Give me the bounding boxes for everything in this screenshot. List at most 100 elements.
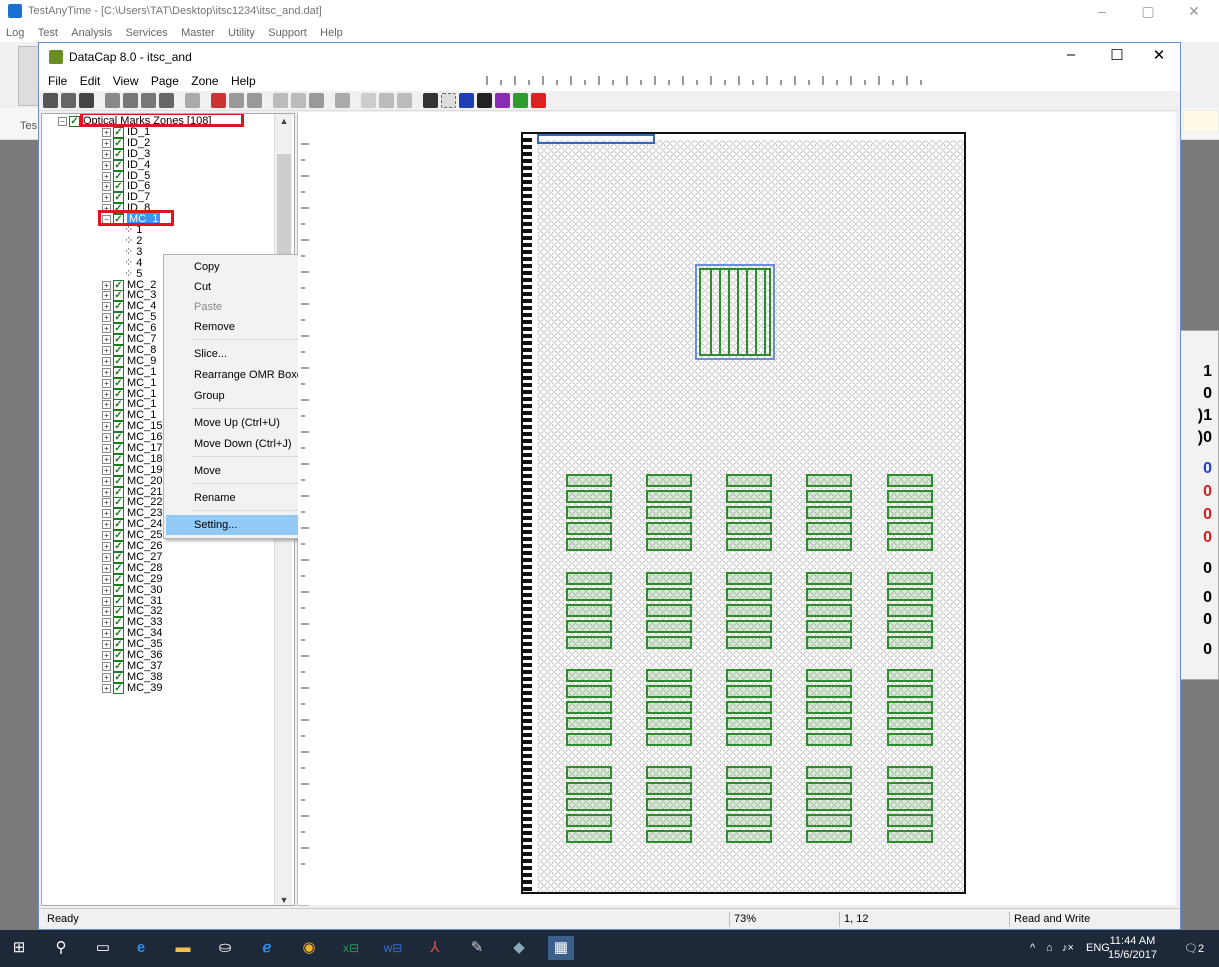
new-icon[interactable] <box>43 93 58 108</box>
checkbox[interactable]: ✓ <box>113 398 124 410</box>
mc-zone-block[interactable] <box>887 830 933 843</box>
menu-log[interactable]: Log <box>6 27 24 39</box>
open-icon[interactable] <box>61 93 76 108</box>
expand-icon[interactable]: + <box>102 356 111 366</box>
mc-zone-block[interactable] <box>726 620 772 633</box>
outer-toolbar-button[interactable] <box>18 46 40 106</box>
page-next-icon[interactable] <box>247 93 262 108</box>
mc-zone-block[interactable] <box>646 588 692 601</box>
checkbox[interactable]: ✓ <box>113 649 124 661</box>
mc-zone-block[interactable] <box>726 733 772 746</box>
menu-services[interactable]: Services <box>126 27 168 39</box>
checkbox[interactable]: ✓ <box>113 551 124 563</box>
mc-zone-block[interactable] <box>566 798 612 811</box>
menu-master[interactable]: Master <box>181 27 215 39</box>
checkbox[interactable]: ✓ <box>113 627 124 639</box>
expand-icon[interactable]: + <box>102 519 111 529</box>
mc-zone-block[interactable] <box>726 506 772 519</box>
mc-zone-block[interactable] <box>726 490 772 503</box>
excel-icon[interactable]: x⊟ <box>338 936 364 960</box>
scan-icon[interactable] <box>141 93 156 108</box>
mc-zone-block[interactable] <box>566 782 612 795</box>
expand-icon[interactable]: + <box>102 617 111 627</box>
menu-view[interactable]: View <box>113 74 139 88</box>
checkbox[interactable]: ✓ <box>113 431 124 443</box>
expand-icon[interactable]: + <box>102 399 111 409</box>
mc-zone-block[interactable] <box>806 572 852 585</box>
datacap-close-button[interactable]: ✕ <box>1139 46 1179 64</box>
expand-icon[interactable]: + <box>102 672 111 682</box>
omr-zone-icon[interactable] <box>513 93 528 108</box>
datacap-minimize-button[interactable]: – <box>1051 46 1091 63</box>
mc-zone-block[interactable] <box>887 733 933 746</box>
mc-zone-block[interactable] <box>646 538 692 551</box>
edge-icon[interactable]: e <box>128 936 154 960</box>
app-data-icon[interactable]: ◆ <box>506 936 532 960</box>
tree-item[interactable]: + ✓ MC_39 <box>102 682 162 694</box>
mc-zone-block[interactable] <box>806 474 852 487</box>
outer-minimize-button[interactable]: – <box>1079 0 1125 24</box>
mc-zone-block[interactable] <box>806 522 852 535</box>
tray-chevron-icon[interactable]: ^ <box>1030 942 1035 954</box>
text-zone-icon[interactable] <box>459 93 474 108</box>
mc-zone-block[interactable] <box>646 701 692 714</box>
mc-zone-block[interactable] <box>806 814 852 827</box>
mc-zone-block[interactable] <box>887 669 933 682</box>
menu-test[interactable]: Test <box>38 27 58 39</box>
network-icon[interactable]: ⌂ <box>1046 942 1053 954</box>
save-icon[interactable] <box>79 93 94 108</box>
checkbox[interactable]: ✓ <box>113 671 124 683</box>
expand-icon[interactable]: + <box>102 606 111 616</box>
expand-icon[interactable]: + <box>102 639 111 649</box>
mc-zone-block[interactable] <box>566 814 612 827</box>
mc-zone-block[interactable] <box>887 782 933 795</box>
checkbox[interactable]: ✓ <box>113 573 124 585</box>
mc-zone-block[interactable] <box>806 782 852 795</box>
mc-zone-block[interactable] <box>887 620 933 633</box>
print-icon[interactable] <box>105 93 120 108</box>
delete-page-icon[interactable] <box>211 93 226 108</box>
mc-zone-block[interactable] <box>566 506 612 519</box>
menu-utility[interactable]: Utility <box>228 27 255 39</box>
checkbox[interactable]: ✓ <box>113 159 124 171</box>
checkbox[interactable]: ✓ <box>113 616 124 628</box>
mc-zone-block[interactable] <box>566 490 612 503</box>
expand-icon[interactable]: + <box>102 585 111 595</box>
expand-icon[interactable]: + <box>102 454 111 464</box>
expand-icon[interactable]: + <box>102 541 111 551</box>
mc-zone-block[interactable] <box>806 588 852 601</box>
expand-icon[interactable]: + <box>102 301 111 311</box>
checkbox[interactable]: ✓ <box>113 605 124 617</box>
mc-zone-block[interactable] <box>646 685 692 698</box>
expand-icon[interactable]: + <box>102 367 111 377</box>
mc-zone-block[interactable] <box>646 522 692 535</box>
mc-zone-block[interactable] <box>887 717 933 730</box>
mc-zone-block[interactable] <box>646 814 692 827</box>
mc-zone-block[interactable] <box>806 506 852 519</box>
checkbox[interactable]: ✓ <box>113 377 124 389</box>
mc-zone-block[interactable] <box>726 604 772 617</box>
mc-zone-block[interactable] <box>806 636 852 649</box>
mc-zone-block[interactable] <box>646 830 692 843</box>
checkbox[interactable]: ✓ <box>113 322 124 334</box>
mc-zone-block[interactable] <box>726 522 772 535</box>
checkbox[interactable]: ✓ <box>113 518 124 530</box>
mc-zone-block[interactable] <box>806 538 852 551</box>
mc-zone-block[interactable] <box>646 604 692 617</box>
expand-icon[interactable]: + <box>102 323 111 333</box>
clock[interactable]: 11:44 AM 15/6/2017 <box>1108 934 1157 962</box>
hand-icon[interactable] <box>361 93 376 108</box>
mc-zone-block[interactable] <box>726 798 772 811</box>
expand-icon[interactable]: + <box>102 149 111 159</box>
expand-icon[interactable]: + <box>102 192 111 202</box>
chrome-icon[interactable]: ◉ <box>296 936 322 960</box>
checkbox[interactable]: ✓ <box>113 355 124 367</box>
checkbox[interactable]: ✓ <box>113 148 124 160</box>
mc-zone-block[interactable] <box>726 669 772 682</box>
checkbox[interactable]: ✓ <box>113 442 124 454</box>
testanytime-taskbar-icon[interactable]: ▦ <box>548 936 574 960</box>
mc-zone-block[interactable] <box>566 604 612 617</box>
datacap-maximize-button[interactable]: ☐ <box>1097 46 1137 64</box>
selected-id-zone[interactable] <box>537 134 655 144</box>
align-icon[interactable] <box>335 93 350 108</box>
